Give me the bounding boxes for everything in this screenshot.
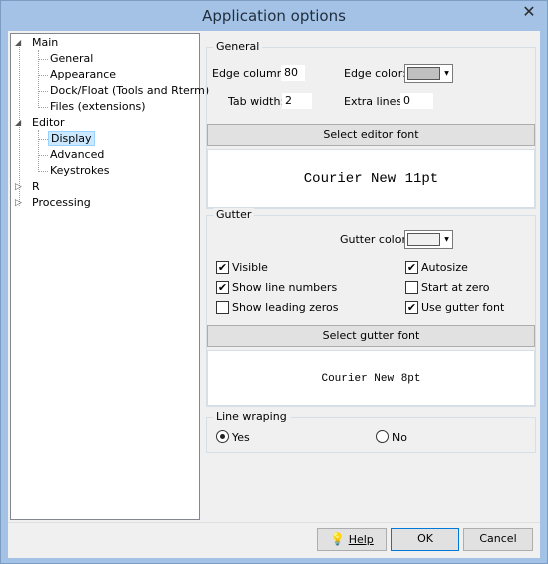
wrap-yes-radio[interactable]	[216, 430, 229, 443]
tree-item-label: Appearance	[50, 68, 117, 81]
tree-item-label: Advanced	[50, 148, 105, 161]
cancel-button[interactable]: Cancel	[463, 528, 533, 551]
close-icon[interactable]: ✕	[517, 2, 541, 22]
tree-item-files[interactable]: Files (extensions)	[50, 99, 146, 115]
tree-connector	[38, 139, 48, 140]
expanded-arrow-icon[interactable]: ◢	[15, 115, 21, 131]
gutter-color-picker[interactable]: ▼	[404, 230, 453, 249]
tree-item-label: General	[50, 52, 94, 65]
client-area: ◢ Main General Appearance Dock/Float (To…	[8, 31, 540, 558]
tree-connector	[38, 107, 48, 108]
edge-column-label: Edge column:	[212, 67, 288, 80]
help-button[interactable]: 💡 Help	[317, 528, 387, 551]
gutter-group: Gutter Gutter color: ▼ ✔ Visible ✔ Show …	[206, 208, 536, 407]
show-leading-zeros-checkbox[interactable]	[216, 301, 229, 314]
use-gutter-font-label: Use gutter font	[421, 301, 505, 314]
group-title: Line wraping	[213, 410, 290, 423]
gutter-color-label: Gutter color:	[340, 233, 410, 246]
wrap-no-label: No	[392, 431, 407, 444]
wrap-no-radio[interactable]	[376, 430, 389, 443]
window-title: Application options	[202, 7, 346, 25]
visible-label: Visible	[232, 261, 268, 274]
select-editor-font-button[interactable]: Select editor font	[207, 124, 535, 146]
tree-item-processing[interactable]: Processing	[32, 195, 91, 211]
display-settings-panel: General Edge column: 80 Edge color: ▼ Ta…	[204, 31, 540, 525]
tree-item-r[interactable]: R	[32, 179, 40, 195]
tree-item-main[interactable]: Main	[32, 35, 58, 51]
tree-item-dock-float[interactable]: Dock/Float (Tools and Rterm)	[50, 83, 209, 99]
tree-item-keystrokes[interactable]: Keystrokes	[50, 163, 109, 179]
lightbulb-icon: 💡	[330, 532, 346, 546]
chevron-down-icon: ▼	[444, 70, 449, 77]
tree-item-label: Processing	[32, 196, 91, 209]
tree-connector	[38, 171, 48, 172]
group-title: General	[213, 40, 263, 53]
tree-item-display[interactable]: Display	[48, 131, 95, 147]
edge-color-label: Edge color:	[344, 67, 406, 80]
tab-width-input[interactable]: 2	[282, 93, 312, 109]
tree-item-label: Dock/Float (Tools and Rterm)	[50, 84, 210, 97]
tree-item-general[interactable]: General	[50, 51, 93, 67]
options-tree[interactable]: ◢ Main General Appearance Dock/Float (To…	[10, 33, 209, 520]
tree-item-label: R	[32, 180, 40, 193]
tree-editor-branch-line	[38, 130, 39, 172]
show-line-numbers-label: Show line numbers	[232, 281, 338, 294]
autosize-checkbox[interactable]: ✔	[405, 261, 418, 274]
visible-checkbox[interactable]: ✔	[216, 261, 229, 274]
tree-item-advanced[interactable]: Advanced	[50, 147, 104, 163]
tree-item-label: Keystrokes	[50, 164, 110, 177]
dialog-footer: 💡 Help OK Cancel	[8, 522, 540, 558]
tree-item-label: Main	[32, 36, 59, 49]
autosize-label: Autosize	[421, 261, 468, 274]
start-at-zero-label: Start at zero	[421, 281, 490, 294]
collapsed-arrow-icon[interactable]: ▷	[15, 195, 22, 211]
collapsed-arrow-icon[interactable]: ▷	[15, 179, 22, 195]
tree-connector	[38, 91, 48, 92]
chevron-down-icon: ▼	[444, 236, 449, 243]
tree-item-label: Display	[48, 131, 95, 146]
expanded-arrow-icon[interactable]: ◢	[15, 35, 21, 51]
ok-button[interactable]: OK	[391, 528, 459, 551]
gutter-color-swatch	[407, 233, 440, 246]
use-gutter-font-checkbox[interactable]: ✔	[405, 301, 418, 314]
show-line-numbers-checkbox[interactable]: ✔	[216, 281, 229, 294]
tree-item-label: Files (extensions)	[50, 100, 146, 113]
tab-width-label: Tab width:	[228, 95, 285, 108]
extra-lines-input[interactable]: 0	[400, 93, 433, 109]
show-leading-zeros-label: Show leading zeros	[232, 301, 339, 314]
select-gutter-font-button[interactable]: Select gutter font	[207, 325, 535, 347]
start-at-zero-checkbox[interactable]	[405, 281, 418, 294]
edge-color-swatch	[407, 67, 440, 80]
options-window: Application options ✕ ◢ Main General App…	[0, 0, 548, 564]
tree-item-label: Editor	[32, 116, 65, 129]
group-title: Gutter	[213, 208, 255, 221]
edge-column-input[interactable]: 80	[281, 65, 305, 81]
tree-connector	[38, 75, 48, 76]
line-wrapping-group: Line wraping Yes No	[206, 410, 536, 453]
help-label: Help	[348, 533, 374, 546]
wrap-yes-label: Yes	[232, 431, 250, 444]
tree-connector	[38, 155, 48, 156]
editor-font-preview: Courier New 11pt	[207, 149, 535, 208]
tree-item-editor[interactable]: Editor	[32, 115, 65, 131]
gutter-font-preview: Courier New 8pt	[207, 350, 535, 406]
title-bar[interactable]: Application options ✕	[1, 1, 547, 31]
extra-lines-label: Extra lines:	[344, 95, 406, 108]
general-group: General Edge column: 80 Edge color: ▼ Ta…	[206, 40, 536, 209]
edge-color-picker[interactable]: ▼	[404, 64, 453, 83]
tree-item-appearance[interactable]: Appearance	[50, 67, 116, 83]
tree-connector	[38, 59, 48, 60]
